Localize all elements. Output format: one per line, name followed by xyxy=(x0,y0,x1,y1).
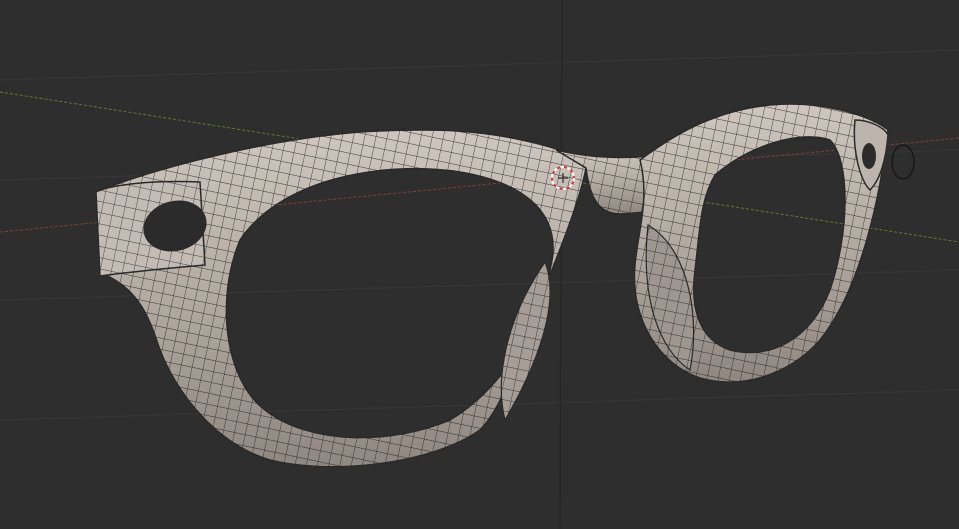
3d-viewport[interactable] xyxy=(0,0,959,529)
z-axis-line xyxy=(559,0,563,529)
right-hinge-hole xyxy=(862,143,876,169)
viewport-canvas[interactable] xyxy=(0,0,959,529)
empty-circle-gizmo[interactable] xyxy=(891,144,915,180)
glasses-mesh[interactable] xyxy=(95,103,889,468)
